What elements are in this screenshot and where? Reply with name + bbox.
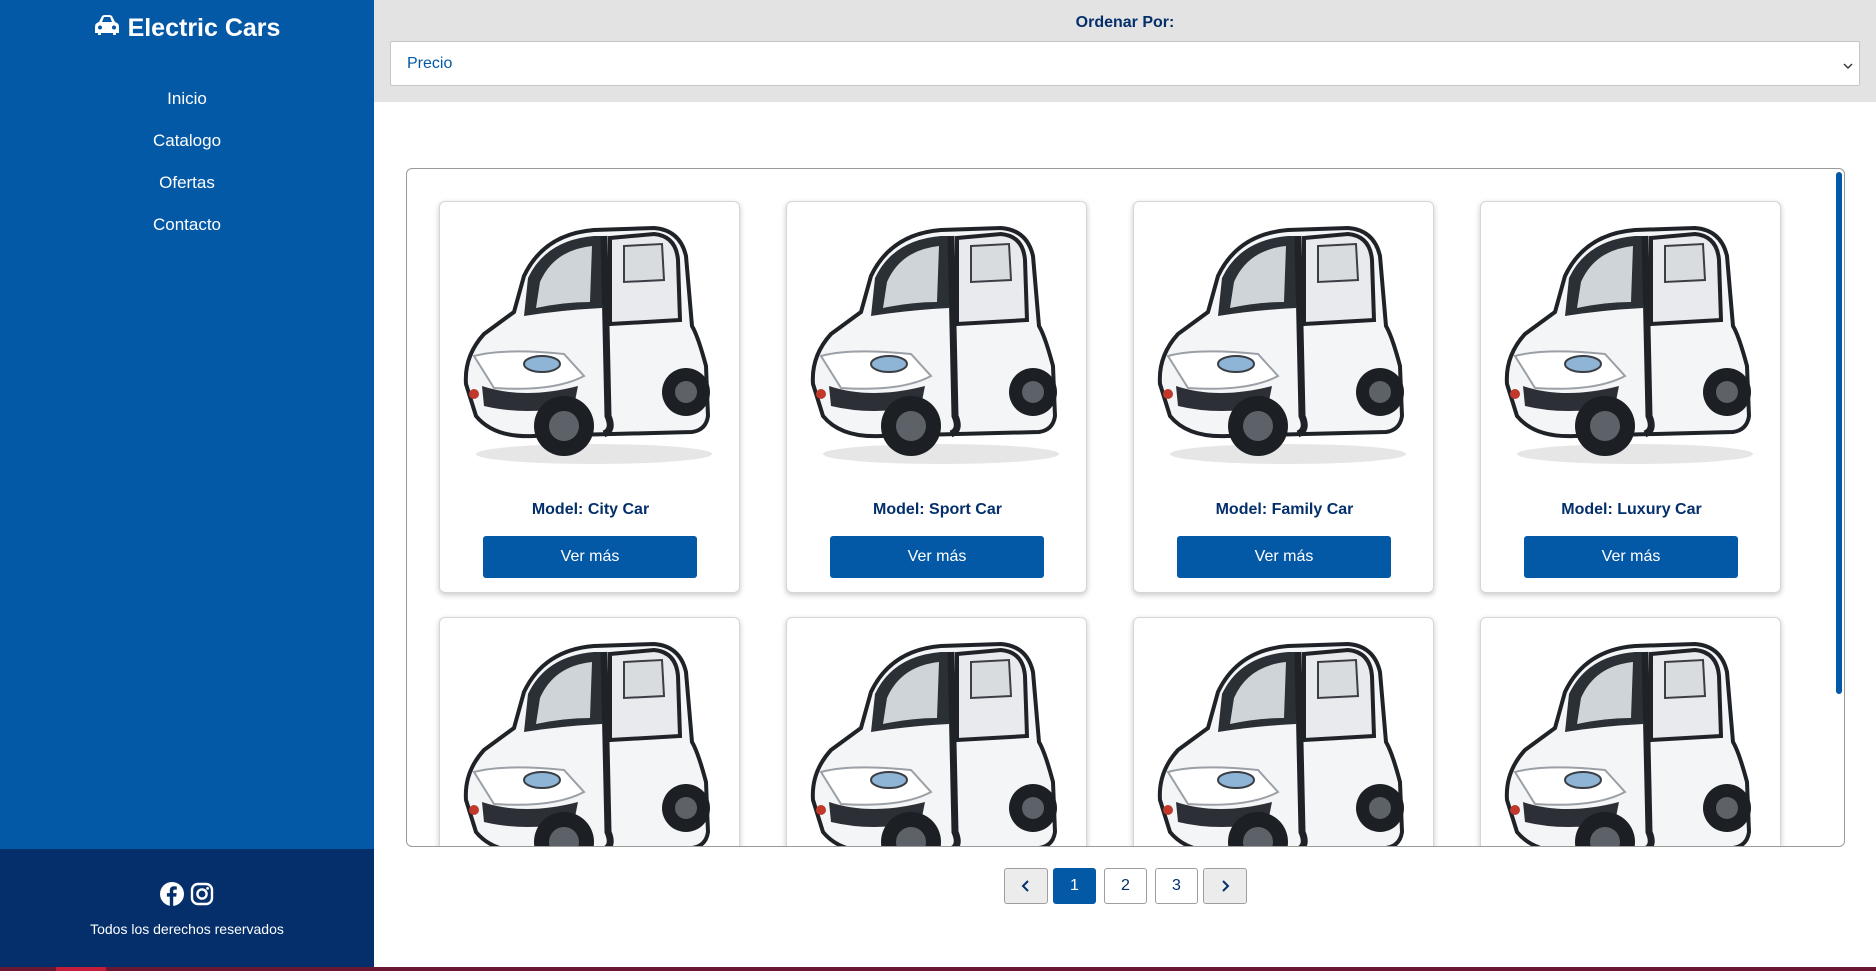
page-button-1[interactable]: 1: [1053, 868, 1096, 904]
product-card: [786, 617, 1087, 847]
model-name: Model: Sport Car: [873, 501, 1002, 518]
catalog-scrollbar[interactable]: [1836, 172, 1842, 694]
nav-item-contacto[interactable]: Contacto: [0, 204, 374, 246]
ver-mas-button[interactable]: Ver más: [1177, 536, 1391, 578]
car-image: [801, 216, 1073, 470]
main-nav: Inicio Catalogo Ofertas Contacto: [0, 78, 374, 246]
product-card: Model: Family Car Ver más: [1133, 201, 1434, 593]
chevron-right-icon: [1222, 880, 1230, 892]
social-links: [0, 882, 374, 906]
car-image: [801, 632, 1073, 847]
next-page-button[interactable]: [1203, 868, 1247, 904]
product-card: [1480, 617, 1781, 847]
ver-mas-button[interactable]: Ver más: [1524, 536, 1738, 578]
car-image: [1148, 216, 1420, 470]
model-name: Model: Family Car: [1215, 501, 1354, 518]
product-card: [1133, 617, 1434, 847]
ver-mas-button[interactable]: Ver más: [483, 536, 697, 578]
chevron-left-icon: [1021, 880, 1029, 892]
sort-select[interactable]: Precio: [390, 41, 1860, 86]
model-name: Model: Luxury Car: [1561, 501, 1702, 518]
car-image: [1495, 216, 1767, 470]
car-image: [1148, 632, 1420, 847]
nav-item-ofertas[interactable]: Ofertas: [0, 162, 374, 204]
sidebar: Electric Cars Inicio Catalogo Ofertas Co…: [0, 0, 374, 971]
sort-bar: Ordenar Por: Precio: [374, 0, 1876, 102]
copyright-text: Todos los derechos reservados: [90, 921, 284, 937]
brand[interactable]: Electric Cars: [0, 14, 374, 43]
product-card: Model: City Car Ver más: [439, 201, 740, 593]
bottom-accent: [56, 967, 106, 971]
product-card: Model: Luxury Car Ver más: [1480, 201, 1781, 593]
bottom-strip: [0, 967, 1876, 971]
sort-label: Ordenar Por:: [1075, 14, 1175, 31]
facebook-icon[interactable]: [160, 882, 184, 906]
sidebar-footer: Todos los derechos reservados: [0, 849, 374, 971]
page-button-3[interactable]: 3: [1155, 868, 1198, 904]
product-card: Model: Sport Car Ver más: [786, 201, 1087, 593]
car-icon: [94, 14, 120, 43]
model-name: Model: City Car: [531, 501, 650, 518]
instagram-icon[interactable]: [190, 882, 214, 906]
car-image: [1495, 632, 1767, 847]
prev-page-button[interactable]: [1004, 868, 1048, 904]
car-image: [454, 632, 726, 847]
catalog-grid: Model: City Car Ver más Model: Sport Car…: [406, 168, 1845, 847]
nav-item-catalogo[interactable]: Catalogo: [0, 120, 374, 162]
page-button-2[interactable]: 2: [1104, 868, 1147, 904]
product-card: [439, 617, 740, 847]
car-image: [454, 216, 726, 470]
sort-selected-value: Precio: [407, 54, 453, 72]
brand-name: Electric Cars: [127, 14, 281, 42]
ver-mas-button[interactable]: Ver más: [830, 536, 1044, 578]
nav-item-inicio[interactable]: Inicio: [0, 78, 374, 120]
chevron-down-icon: [1843, 58, 1853, 69]
